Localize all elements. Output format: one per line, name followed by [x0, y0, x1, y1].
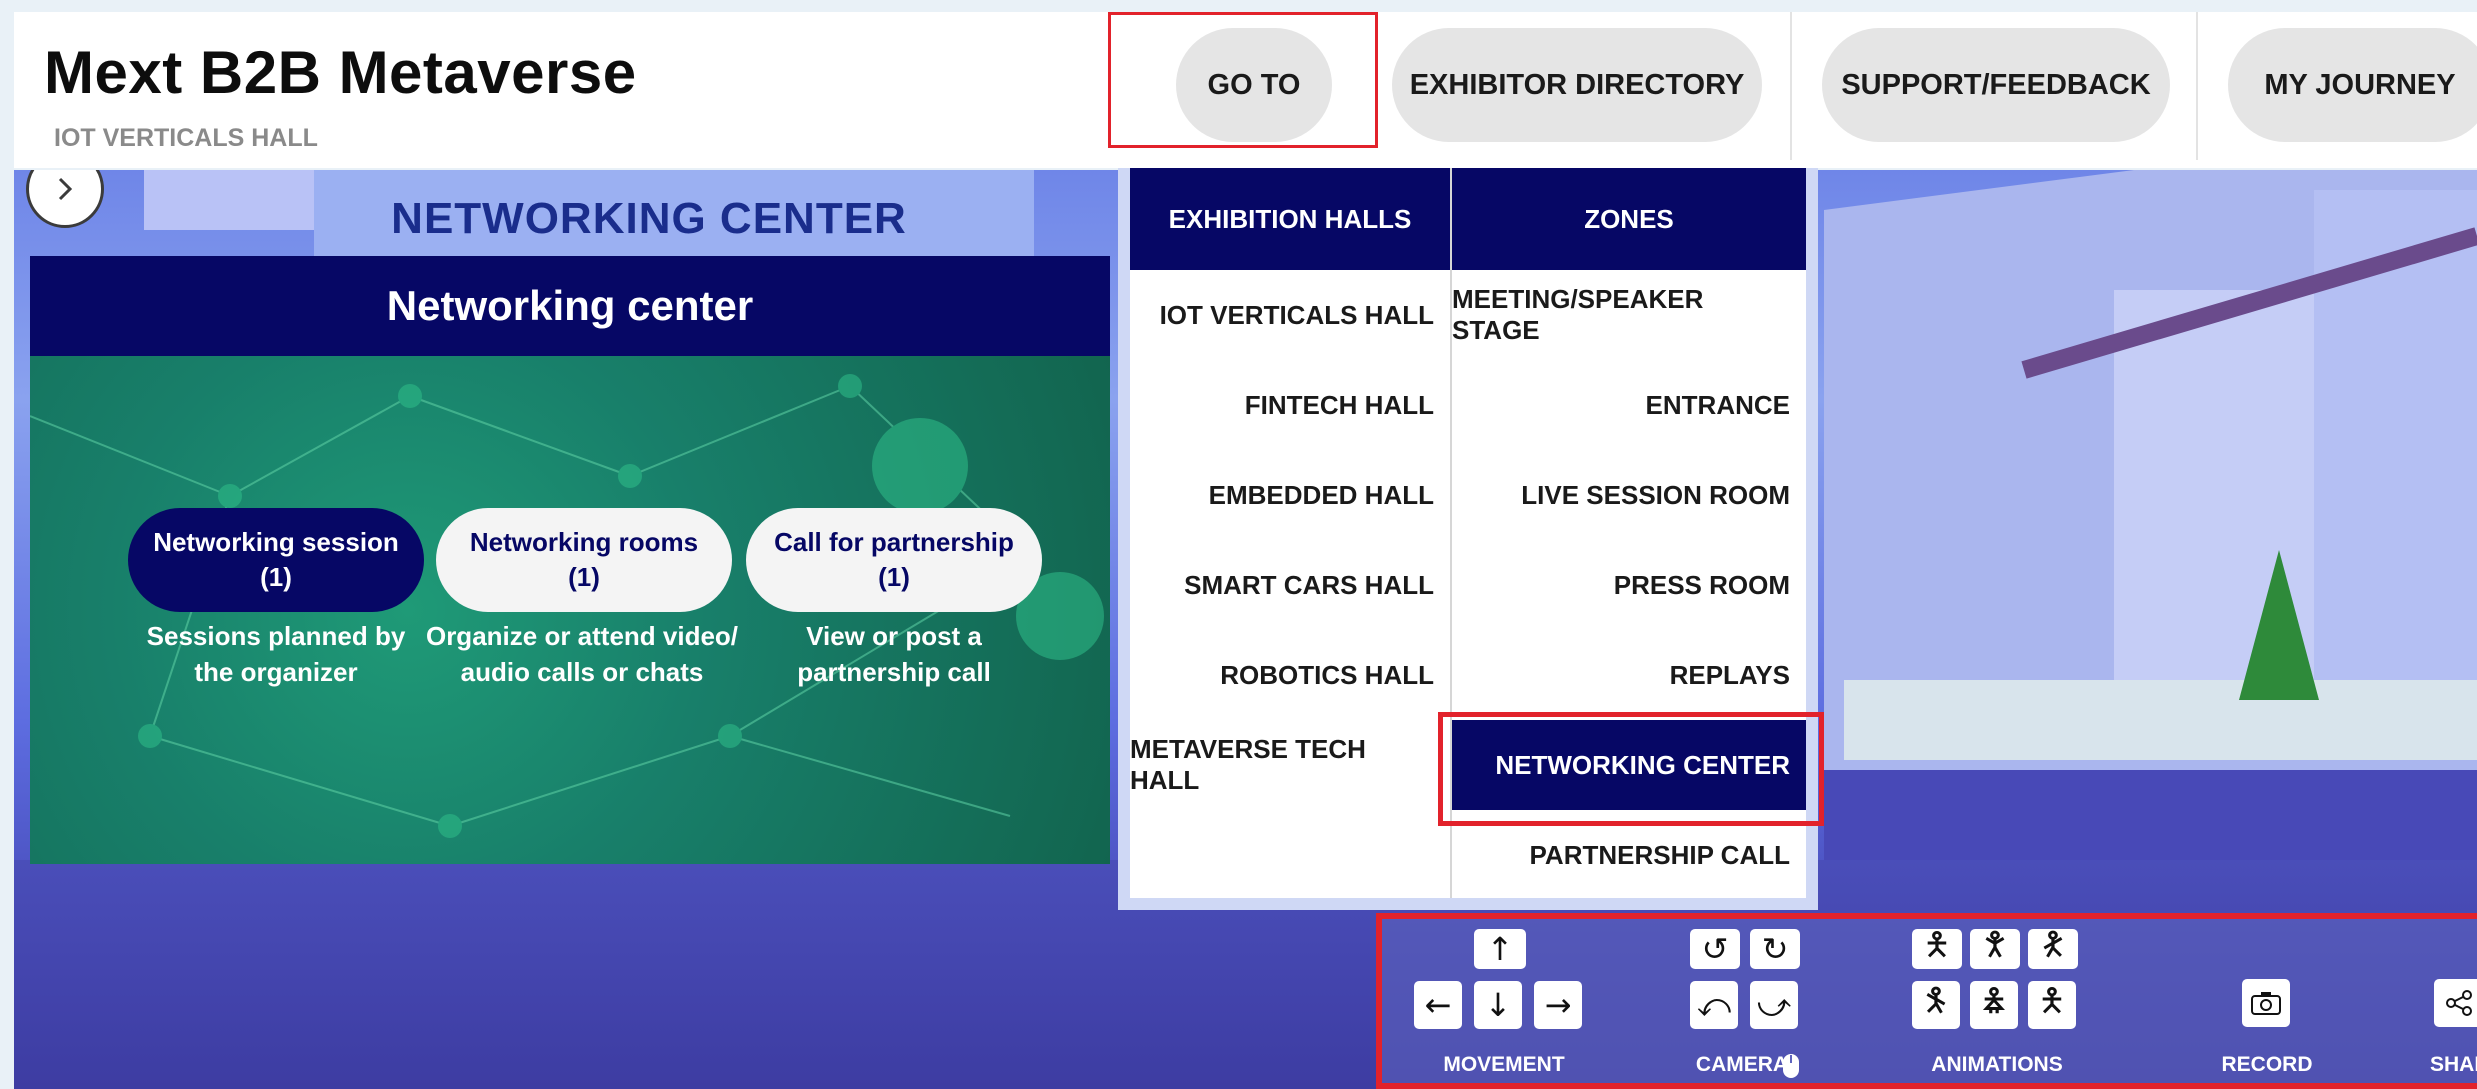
networking-center-highlight — [1438, 712, 1824, 826]
animation-stand-key[interactable]: 🯅 — [1912, 925, 1962, 969]
animation-dance-key[interactable]: 🯉 — [1970, 981, 2018, 1029]
share-label: SHAR — [2430, 1053, 2477, 1076]
networking-session-button[interactable]: Networking session (1) — [128, 508, 424, 612]
networking-session-desc: Sessions planned by the organizer — [116, 618, 436, 691]
desc-line: Organize or attend video/ — [425, 621, 739, 651]
booths — [1844, 680, 2477, 760]
menu-item-zone[interactable]: REPLAYS — [1452, 630, 1806, 720]
record-button[interactable] — [2242, 979, 2290, 1027]
networking-rooms-button[interactable]: Networking rooms (1) — [436, 508, 732, 612]
menu-item-zone[interactable]: MEETING/SPEAKER STAGE — [1452, 270, 1806, 360]
desc-line: View or post a — [806, 621, 982, 651]
record-label: RECORD — [2221, 1053, 2313, 1076]
menu-item-hall[interactable]: IOT VERTICALS HALL — [1130, 270, 1450, 360]
networking-rooms-desc: Organize or attend video/ audio calls or… — [422, 618, 742, 691]
controls-bar: ↑ ← ↓ → MOVEMENT ↺ ↻ ⤺ ⤻ CAMERA 🯅 🯆 🯇 🯈 … — [1376, 913, 2477, 1089]
goto-button[interactable]: GO TO — [1176, 28, 1332, 142]
call-for-partnership-button[interactable]: Call for partnership (1) — [746, 508, 1042, 612]
desc-line: Sessions planned by — [146, 621, 406, 651]
networking-session-label: Networking session — [153, 526, 399, 557]
camera-rotate-right-key[interactable]: ↻ — [1750, 929, 1800, 969]
halls-header: EXHIBITION HALLS — [1130, 168, 1450, 270]
animation-point-key[interactable]: 🯇 — [2028, 925, 2078, 969]
menu-item-hall[interactable]: ROBOTICS HALL — [1130, 630, 1450, 720]
menu-item-hall[interactable]: METAVERSE TECH HALL — [1130, 720, 1450, 810]
call-for-partnership-count: (1) — [878, 562, 910, 592]
move-back-key[interactable]: ↓ — [1474, 981, 1522, 1029]
networking-panel-title: Networking center — [30, 256, 1110, 356]
menu-item-hall[interactable]: FINTECH HALL — [1130, 360, 1450, 450]
networking-rooms-count: (1) — [568, 562, 600, 592]
move-right-key[interactable]: → — [1534, 981, 1582, 1029]
desc-line: the organizer — [194, 657, 358, 688]
networking-panel-body: Networking session (1) Sessions planned … — [30, 356, 1110, 864]
animation-lie-key[interactable]: 🯈 — [1912, 981, 1960, 1029]
nav-divider — [2196, 12, 2198, 160]
menu-item-hall[interactable]: EMBEDDED HALL — [1130, 450, 1450, 540]
move-left-key[interactable]: ← — [1414, 981, 1462, 1029]
menu-item-zone[interactable]: PRESS ROOM — [1452, 540, 1806, 630]
camera-rotate-left-key[interactable]: ↺ — [1690, 929, 1740, 969]
animations-label: ANIMATIONS — [1931, 1053, 2063, 1076]
share-icon — [2445, 990, 2472, 1016]
desc-line: partnership call — [797, 657, 991, 688]
networking-center-panel: Networking center Networking session (1)… — [30, 256, 1110, 864]
menu-item-zone[interactable]: LIVE SESSION ROOM — [1452, 450, 1806, 540]
my-journey-button[interactable]: MY JOURNEY — [2228, 28, 2477, 142]
call-for-partnership-desc: View or post a partnership call — [734, 618, 1054, 691]
movement-label: MOVEMENT — [1443, 1053, 1565, 1076]
nav-divider — [1790, 12, 1792, 160]
support-feedback-button[interactable]: SUPPORT/FEEDBACK — [1822, 28, 2170, 142]
call-for-partnership-label: Call for partnership — [774, 526, 1014, 557]
animation-lean-key[interactable]: 🯅 — [2028, 981, 2076, 1029]
camera-tilt-up-key[interactable]: ⤺ — [1690, 981, 1738, 1029]
camera-icon — [2251, 992, 2281, 1015]
menu-item-hall[interactable]: SMART CARS HALL — [1130, 540, 1450, 630]
mouse-icon — [1783, 1054, 1799, 1078]
desc-line: audio calls or chats — [460, 657, 704, 688]
camera-tilt-down-key[interactable]: ⤻ — [1750, 981, 1798, 1029]
app-title: Mext B2B Metaverse — [44, 39, 637, 106]
animation-wave-key[interactable]: 🯆 — [1970, 925, 2020, 969]
networking-session-count: (1) — [260, 562, 292, 592]
zone-sign: NETWORKING CENTER — [391, 194, 907, 243]
share-button[interactable] — [2434, 979, 2477, 1027]
move-forward-key[interactable]: ↑ — [1474, 929, 1526, 969]
current-location: IOT VERTICALS HALL — [54, 124, 318, 152]
chevron-right-icon — [58, 177, 73, 201]
menu-item-zone[interactable]: ENTRANCE — [1452, 360, 1806, 450]
exhibitor-directory-button[interactable]: EXHIBITOR DIRECTORY — [1392, 28, 1762, 142]
networking-rooms-label: Networking rooms — [469, 526, 699, 557]
halls-column: EXHIBITION HALLS IOT VERTICALS HALL FINT… — [1130, 168, 1450, 810]
zones-header: ZONES — [1452, 168, 1806, 270]
